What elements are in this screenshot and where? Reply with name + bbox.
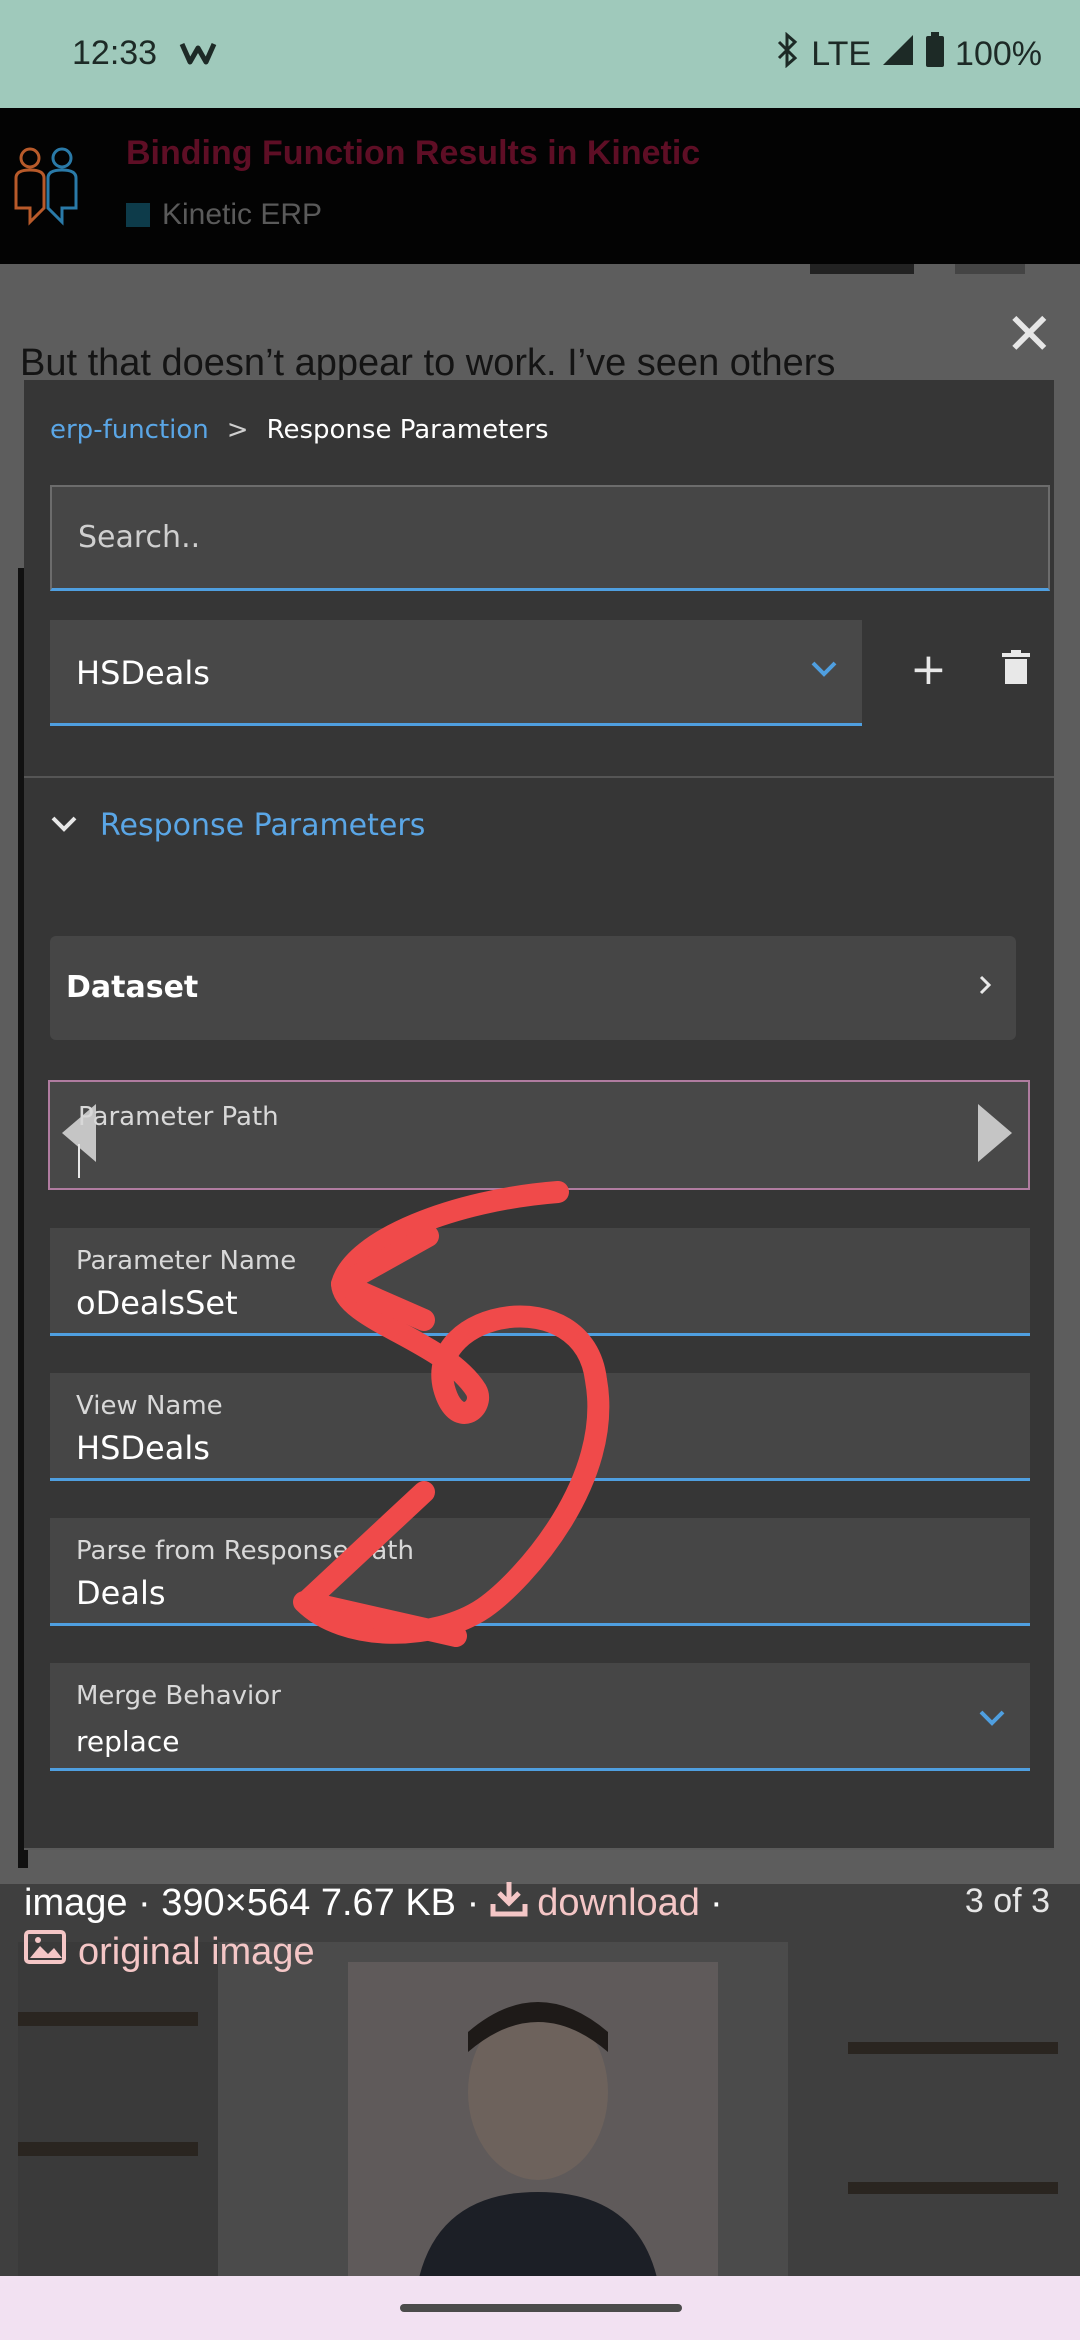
download-link[interactable]: download (489, 1878, 700, 1928)
breadcrumb-link: erp-function (50, 415, 209, 445)
battery-icon (925, 32, 945, 77)
caption-separator: · (709, 1881, 723, 1924)
breadcrumb-current: Response Parameters (266, 415, 549, 445)
webtoon-icon (178, 38, 218, 73)
navigation-bar (0, 2276, 1080, 2340)
image-counter: 3 of 3 (964, 1882, 1050, 1920)
search-field (50, 485, 1050, 591)
parameter-name-field: Parameter Name oDealsSet (50, 1228, 1030, 1336)
parameter-path-field: Parameter Path (48, 1080, 1030, 1190)
view-dropdown-value: HSDeals (76, 654, 210, 692)
lightbox-image: erp-function > Response Parameters HSDea… (24, 380, 1054, 1850)
bluetooth-icon (775, 31, 801, 77)
merge-behavior-field: Merge Behavior replace (50, 1663, 1030, 1771)
battery-level: 100% (955, 35, 1042, 73)
parse-path-value: Deals (76, 1574, 166, 1612)
chevron-down-icon (810, 660, 838, 682)
section-header: Response Parameters (50, 808, 425, 843)
image-info: image · 390×564 7.67 KB · (24, 1881, 480, 1924)
chevron-down-icon (50, 815, 78, 837)
parse-path-label: Parse from Response Path (76, 1536, 414, 1566)
original-image-link[interactable]: original image (24, 1930, 315, 1974)
status-bar: 12:33 LTE 100% (0, 0, 1080, 108)
merge-behavior-value: replace (76, 1725, 180, 1758)
signal-icon (881, 33, 915, 76)
view-dropdown: HSDeals (50, 620, 862, 726)
chevron-right-icon (978, 974, 992, 1000)
status-time: 12:33 (72, 34, 158, 72)
close-icon[interactable]: ✕ (1005, 306, 1054, 364)
topic-title[interactable]: Binding Function Results in Kinetic (126, 134, 700, 173)
parameter-name-value: oDealsSet (76, 1284, 238, 1322)
breadcrumb-separator: > (226, 415, 249, 445)
divider (24, 776, 1054, 778)
merge-behavior-label: Merge Behavior (76, 1681, 281, 1711)
background-element (810, 264, 914, 274)
person-silhouette (419, 2002, 657, 2276)
category-color-swatch (126, 203, 150, 227)
forum-logo[interactable] (10, 138, 84, 233)
view-name-label: View Name (76, 1391, 223, 1421)
download-icon (489, 1878, 529, 1928)
network-type: LTE (811, 35, 872, 73)
view-name-value: HSDeals (76, 1429, 210, 1467)
category-badge[interactable]: Kinetic ERP (126, 198, 322, 232)
text-caret (78, 1144, 80, 1178)
parameter-path-label: Parameter Path (78, 1102, 279, 1132)
trash-icon (1002, 650, 1030, 688)
download-label: download (537, 1881, 700, 1924)
background-element (955, 264, 1025, 274)
parameter-name-label: Parameter Name (76, 1246, 297, 1276)
original-image-label: original image (78, 1930, 315, 1973)
image-icon (24, 1930, 66, 1974)
plus-icon: + (910, 644, 947, 695)
chevron-down-icon (978, 1709, 1006, 1731)
arrow-right-icon (974, 1100, 1016, 1170)
parse-path-field: Parse from Response Path Deals (50, 1518, 1030, 1626)
dataset-label: Dataset (66, 970, 199, 1005)
image-caption: image · 390×564 7.67 KB · download · (24, 1878, 723, 1928)
view-select-row: HSDeals + (50, 620, 1050, 730)
breadcrumb: erp-function > Response Parameters (50, 415, 549, 445)
home-gesture-handle[interactable] (400, 2304, 682, 2312)
background-post-text: But that doesn’t appear to work. I’ve se… (20, 342, 836, 384)
forum-header: Binding Function Results in Kinetic Kine… (0, 108, 1080, 264)
divider (24, 1848, 1054, 1850)
section-title: Response Parameters (100, 808, 426, 843)
view-name-field: View Name HSDeals (50, 1373, 1030, 1481)
search-input (52, 487, 1048, 588)
next-image[interactable] (18, 1942, 1058, 2276)
dataset-row: Dataset (50, 936, 1016, 1040)
category-name: Kinetic ERP (162, 198, 323, 231)
